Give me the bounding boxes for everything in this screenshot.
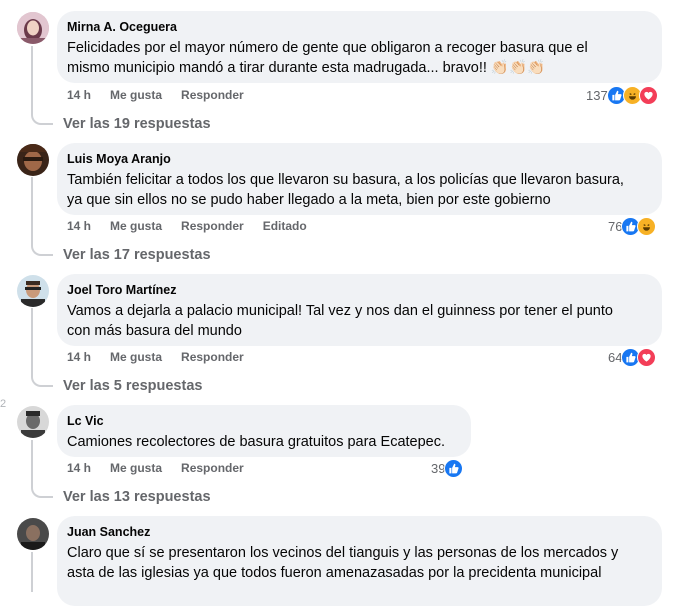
comment-text: También felicitar a todos los que llevar…: [67, 172, 624, 208]
view-replies-link[interactable]: Ver las 13 respuestas: [63, 489, 211, 505]
comment-actions: 14 h Me gusta Responder Editado: [67, 219, 326, 233]
like-button[interactable]: Me gusta: [110, 219, 162, 233]
comment-time[interactable]: 14 h: [67, 350, 91, 364]
comment-text: Vamos a dejarla a palacio municipal! Tal…: [67, 303, 613, 339]
view-replies-link[interactable]: Ver las 19 respuestas: [63, 116, 211, 132]
comment-author[interactable]: Juan Sanchez: [67, 524, 650, 540]
avatar[interactable]: [17, 275, 49, 307]
reaction-summary[interactable]: 39: [431, 459, 464, 478]
comment-time[interactable]: 14 h: [67, 219, 91, 233]
like-button[interactable]: Me gusta: [110, 350, 162, 364]
thread-line: [31, 440, 33, 485]
comment-author[interactable]: Mirna A. Oceguera: [67, 19, 650, 35]
comment-actions: 14 h Me gusta Responder: [67, 88, 263, 102]
thread-line: [31, 552, 33, 592]
edited-label[interactable]: Editado: [263, 219, 307, 233]
reaction-summary[interactable]: 137: [586, 86, 658, 105]
reply-button[interactable]: Responder: [181, 88, 244, 102]
like-reaction-icon: [444, 459, 464, 478]
comment-bubble: Luis Moya Aranjo También felicitar a tod…: [57, 143, 662, 215]
comment-actions: 14 h Me gusta Responder: [67, 350, 263, 364]
avatar-image: [17, 12, 49, 44]
view-replies-link[interactable]: Ver las 17 respuestas: [63, 247, 211, 263]
love-reaction-icon: [638, 86, 658, 105]
reaction-count: 137: [586, 88, 608, 103]
comment-bubble: Mirna A. Oceguera Felicidades por el may…: [57, 11, 662, 83]
comment-text: Claro que sí se presentaron los vecinos …: [67, 545, 619, 581]
thread-line: [31, 46, 33, 112]
love-reaction-icon: [637, 348, 657, 367]
thread-line: [31, 308, 33, 374]
comment-text: Felicidades por el mayor número de gente…: [67, 40, 588, 76]
comment-bubble: Juan Sanchez Claro que sí se presentaron…: [57, 516, 662, 606]
thread-curve: [31, 242, 53, 256]
comment-text: Camiones recolectores de basura gratuito…: [67, 434, 446, 450]
avatar-image: [17, 144, 49, 176]
comment-actions: 14 h Me gusta Responder: [67, 461, 263, 475]
thread-curve: [31, 484, 53, 498]
avatar[interactable]: [17, 12, 49, 44]
like-button[interactable]: Me gusta: [110, 461, 162, 475]
comment-time[interactable]: 14 h: [67, 461, 91, 475]
reply-button[interactable]: Responder: [181, 461, 244, 475]
reaction-count: 76: [608, 219, 623, 234]
edge-mark: 2: [0, 398, 7, 410]
avatar-image: [17, 518, 49, 550]
comment-author[interactable]: Joel Toro Martínez: [67, 282, 650, 298]
reaction-count: 64: [608, 350, 623, 365]
avatar[interactable]: [17, 144, 49, 176]
thread-curve: [31, 373, 53, 387]
comment-time[interactable]: 14 h: [67, 88, 91, 102]
avatar-image: [17, 406, 49, 438]
reaction-count: 39: [431, 461, 446, 476]
reaction-summary[interactable]: 64: [608, 348, 657, 367]
comment-author[interactable]: Lc Vic: [67, 413, 459, 429]
thread-line: [31, 177, 33, 243]
avatar[interactable]: [17, 406, 49, 438]
comment-bubble: Joel Toro Martínez Vamos a dejarla a pal…: [57, 274, 662, 346]
view-replies-link[interactable]: Ver las 5 respuestas: [63, 378, 202, 394]
haha-reaction-icon: [637, 217, 657, 236]
reaction-summary[interactable]: 76: [608, 217, 657, 236]
avatar[interactable]: [17, 518, 49, 550]
comment-author[interactable]: Luis Moya Aranjo: [67, 151, 650, 167]
reply-button[interactable]: Responder: [181, 219, 244, 233]
like-button[interactable]: Me gusta: [110, 88, 162, 102]
thread-curve: [31, 111, 53, 125]
comment-bubble: Lc Vic Camiones recolectores de basura g…: [57, 405, 471, 457]
avatar-image: [17, 275, 49, 307]
reply-button[interactable]: Responder: [181, 350, 244, 364]
